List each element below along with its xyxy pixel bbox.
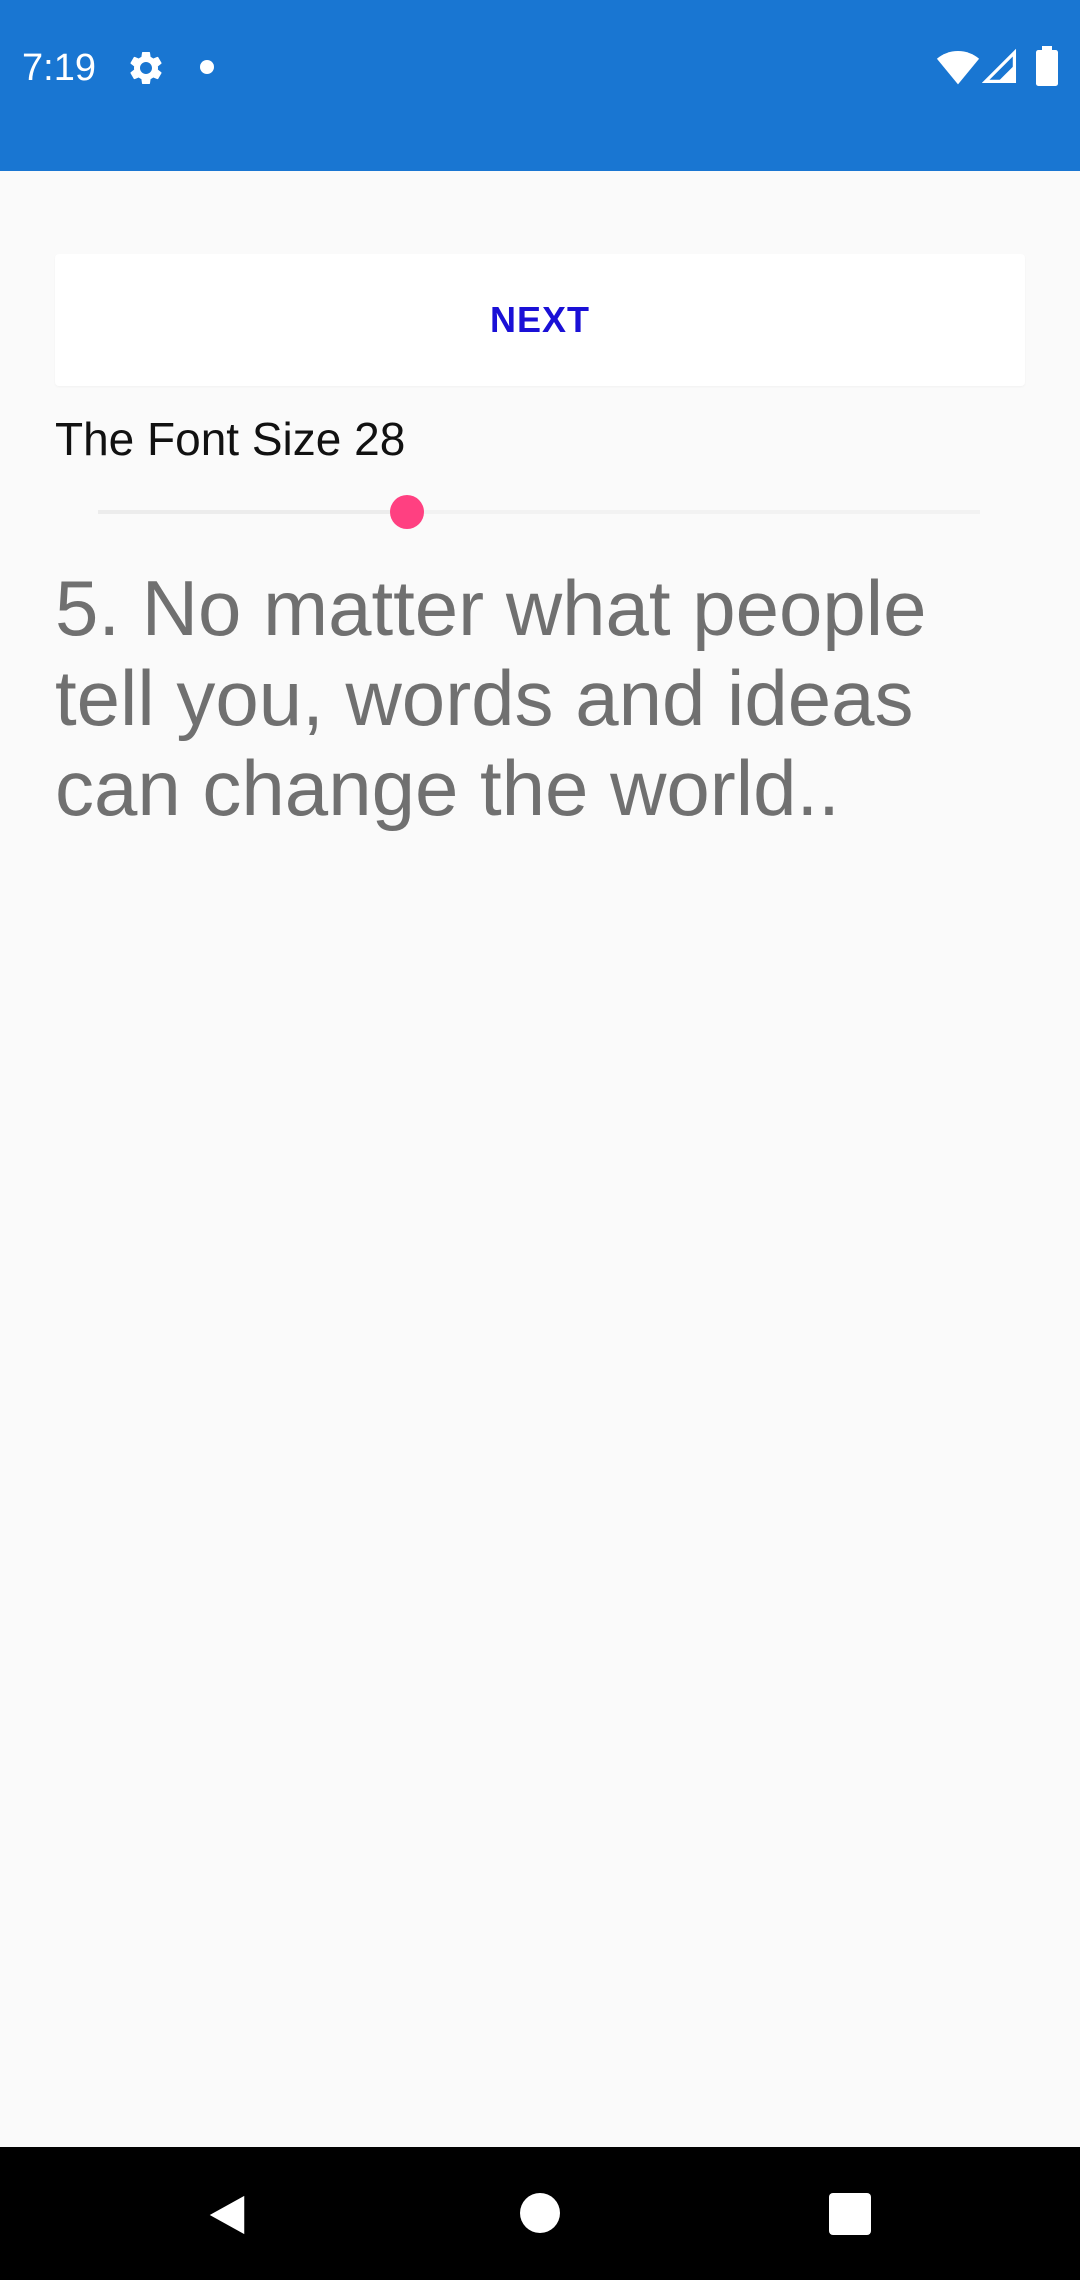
font-size-slider[interactable] bbox=[98, 492, 980, 532]
font-size-label: The Font Size 28 bbox=[55, 413, 406, 465]
gear-icon bbox=[130, 51, 162, 84]
next-button[interactable]: NEXT bbox=[55, 254, 1025, 386]
status-time: 7:19 bbox=[22, 47, 96, 89]
home-icon[interactable] bbox=[520, 2193, 560, 2233]
slider-fill bbox=[98, 510, 407, 514]
cell-signal-icon bbox=[982, 48, 1017, 84]
status-bar: 7:19 bbox=[0, 0, 1080, 171]
wifi-icon bbox=[936, 51, 980, 85]
main-content: NEXT The Font Size 28 5. No matter what … bbox=[0, 171, 1080, 2147]
battery-icon bbox=[1036, 46, 1058, 86]
next-button-label: NEXT bbox=[489, 299, 590, 340]
recents-icon[interactable] bbox=[829, 2193, 871, 2235]
notification-dot-icon bbox=[200, 60, 214, 74]
back-icon[interactable] bbox=[204, 2191, 250, 2239]
quote-text: 5. No matter what people tell you, words… bbox=[55, 564, 927, 832]
navigation-bar bbox=[0, 2147, 1080, 2280]
slider-thumb[interactable] bbox=[390, 495, 424, 529]
